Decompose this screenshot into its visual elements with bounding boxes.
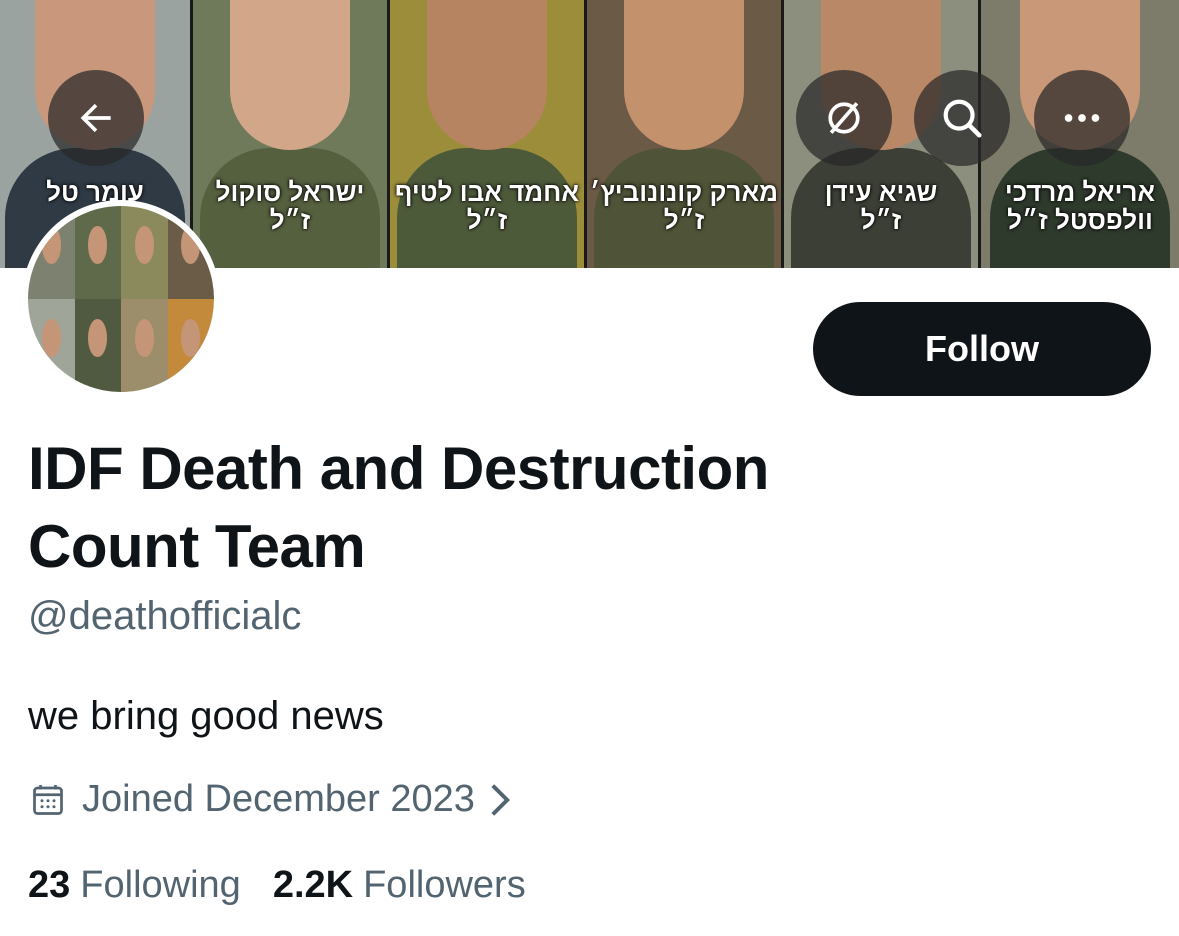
avatar-collage: [28, 206, 214, 392]
banner-caption: אריאל מרדכי וולפסטל ז״ל: [1004, 177, 1156, 235]
chevron-right-icon: [491, 783, 510, 816]
profile-bio: we bring good news: [28, 694, 384, 738]
join-date-row[interactable]: Joined December 2023: [30, 778, 511, 821]
search-button[interactable]: [914, 70, 1010, 166]
calendar-icon: [33, 784, 63, 815]
follow-button[interactable]: Follow: [813, 302, 1151, 396]
slashed-circle-icon: [828, 102, 860, 134]
following-label: Following: [80, 864, 241, 906]
follow-stats: 23 Following 2.2K Followers: [28, 864, 558, 907]
banner-caption: ישראל סוקול ז״ל: [215, 177, 365, 235]
banner-panel: ישראל סוקול ז״ל: [193, 0, 390, 268]
followers-link[interactable]: 2.2K Followers: [273, 864, 526, 907]
followers-label: Followers: [363, 864, 526, 906]
soldier-portrait-face: [230, 0, 350, 150]
following-count: 23: [28, 864, 71, 906]
search-icon: [943, 99, 982, 138]
banner-panel: אחמד אבו לטיף ז״ל: [390, 0, 587, 268]
banner-caption: שגיא עידן ז״ל: [824, 177, 938, 235]
followers-count: 2.2K: [272, 864, 354, 906]
banner-caption: עומר טל: [46, 177, 144, 207]
profile-avatar[interactable]: [22, 200, 220, 398]
back-button[interactable]: [48, 70, 144, 166]
profile-handle: @deathofficialc: [28, 594, 302, 638]
soldier-portrait-face: [624, 0, 744, 150]
soldier-portrait-face: [427, 0, 547, 150]
grok-button[interactable]: [796, 70, 892, 166]
following-link[interactable]: 23 Following: [28, 864, 241, 907]
more-horizontal-icon: [1064, 114, 1100, 122]
profile-display-name: IDF Death and Destruction Count Team: [28, 435, 769, 580]
banner-caption: מארק קונונוביץ׳ ז״ל: [589, 177, 779, 235]
join-date-text: Joined December 2023: [82, 778, 475, 820]
arrow-left-icon: [80, 103, 111, 133]
banner-panel: מארק קונונוביץ׳ ז״ל: [587, 0, 784, 268]
more-button[interactable]: [1034, 70, 1130, 166]
banner-caption: אחמד אבו לטיף ז״ל: [394, 177, 580, 235]
